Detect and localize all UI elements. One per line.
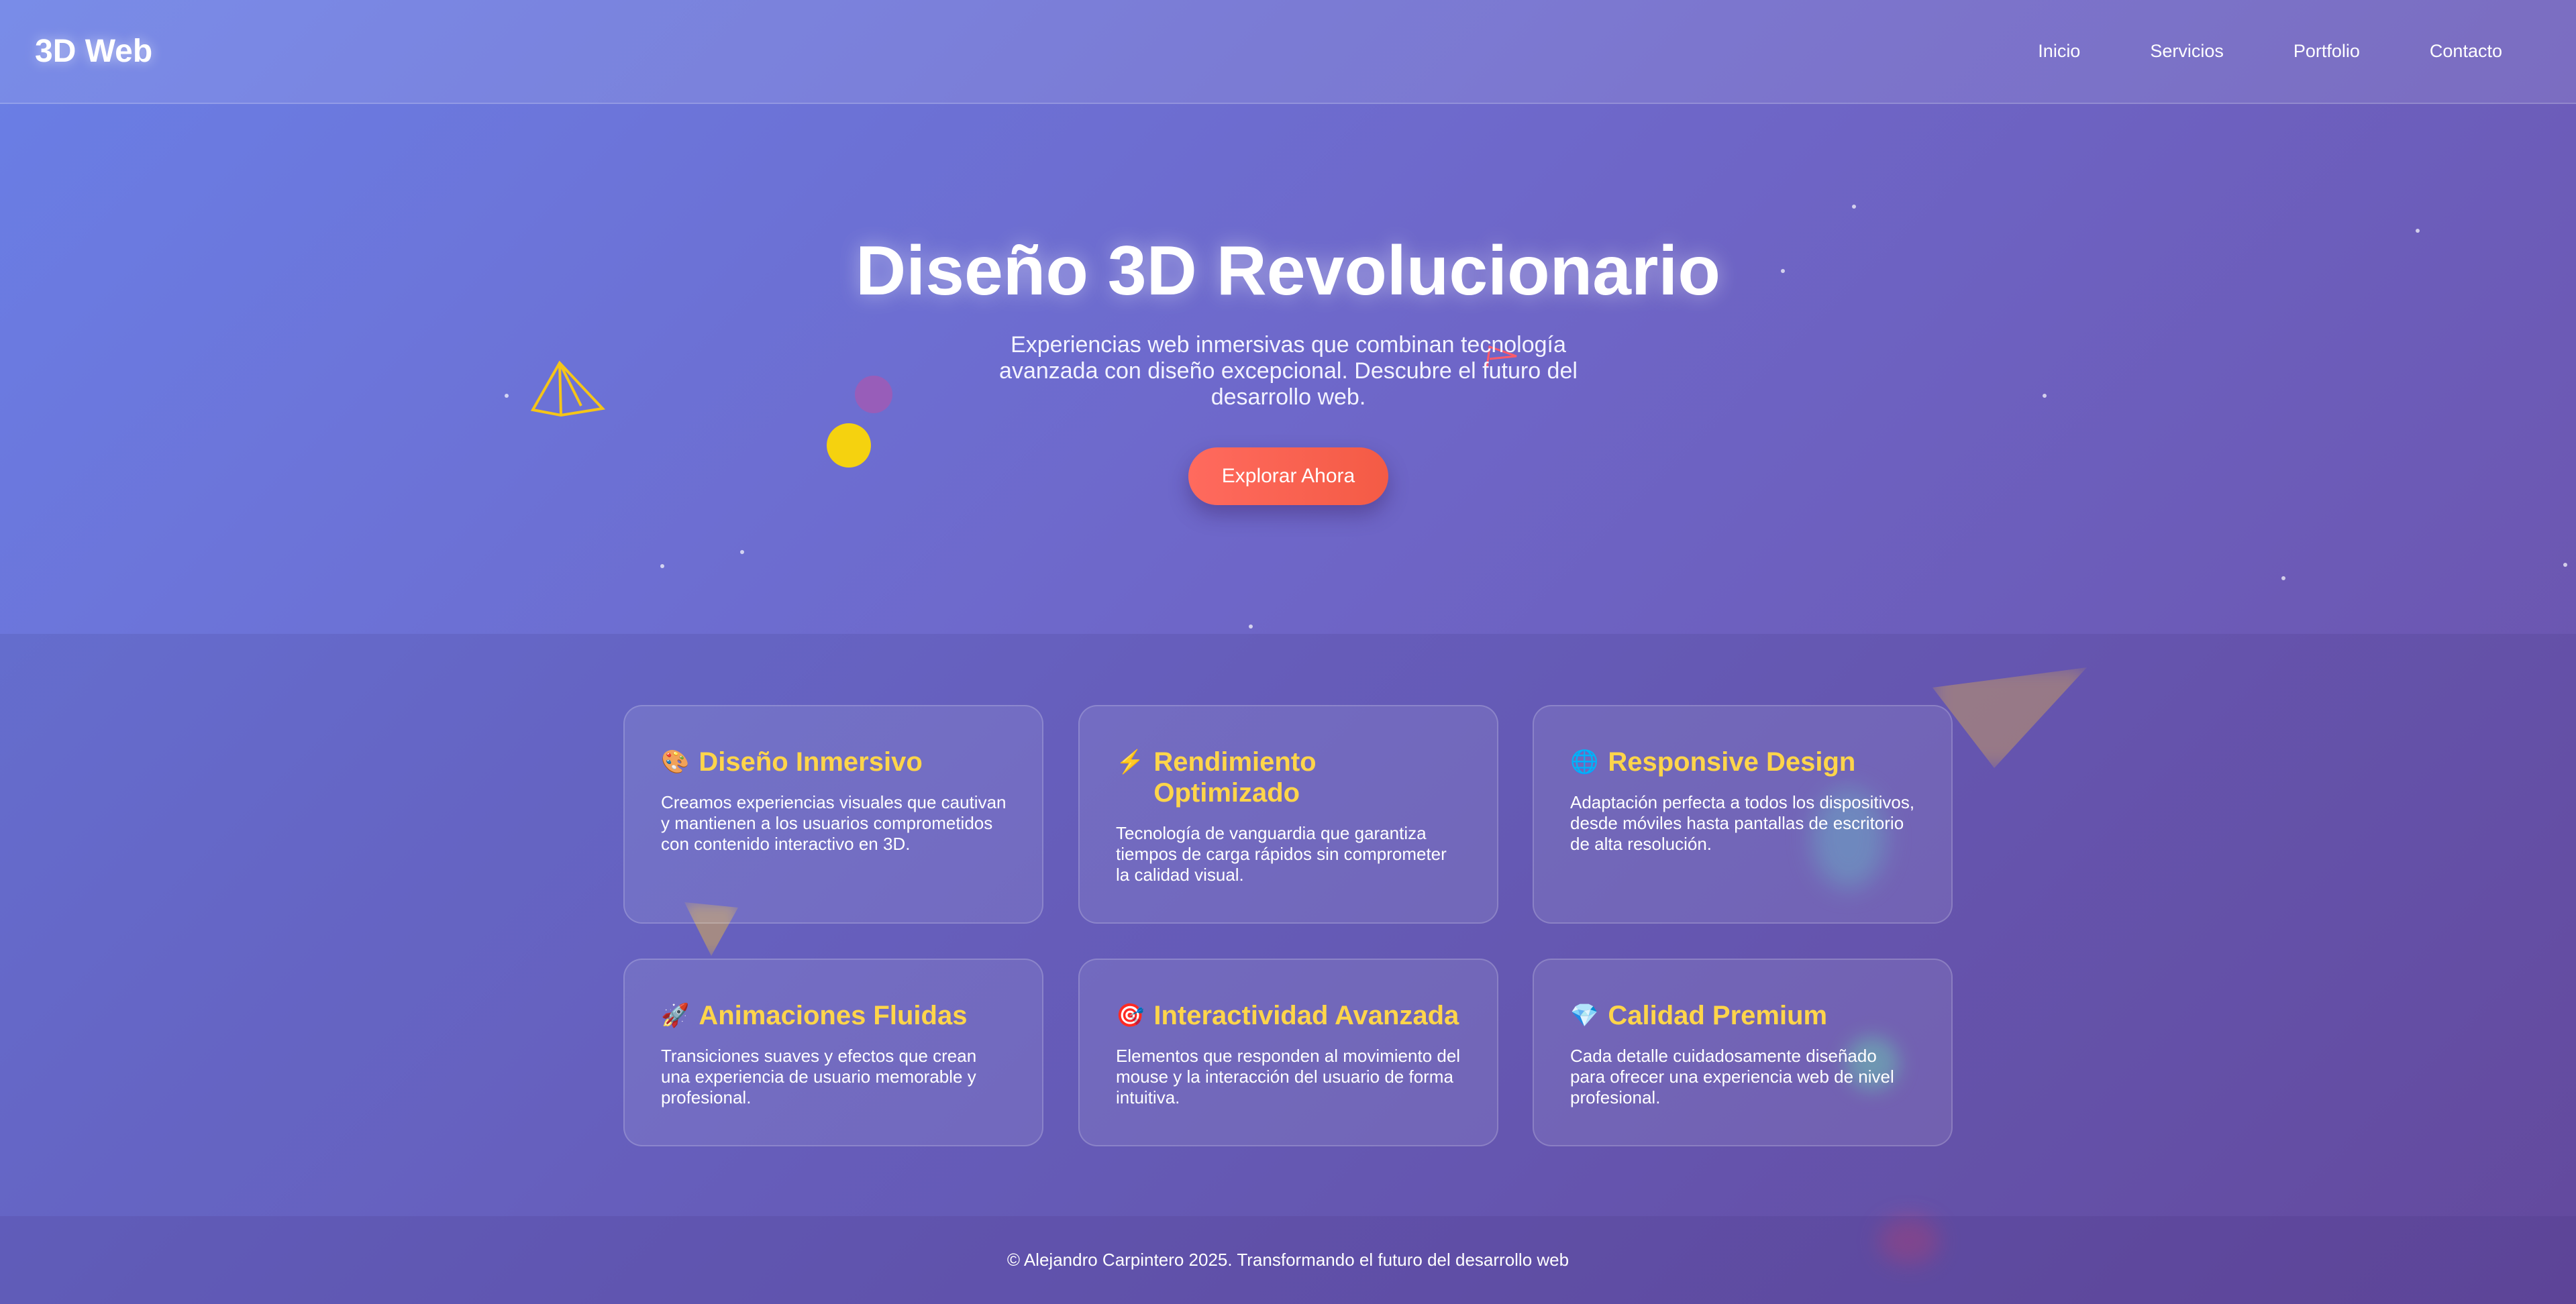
nav-link-portfolio[interactable]: Portfolio	[2294, 41, 2360, 62]
hero-title: Diseño 3D Revolucionario	[856, 232, 1720, 310]
explore-button[interactable]: Explorar Ahora	[1188, 447, 1388, 505]
service-card[interactable]: 🎯 Interactividad Avanzada Elementos que …	[1078, 959, 1498, 1146]
hero-subtitle: Experiencias web inmersivas que combinan…	[999, 332, 1578, 410]
services-section: 🎨 Diseño Inmersivo Creamos experiencias …	[0, 634, 2576, 1264]
sphere-shape	[855, 376, 892, 413]
star-decoration	[505, 394, 509, 398]
service-card-title: Calidad Premium	[1608, 1001, 1828, 1030]
star-decoration	[740, 550, 744, 554]
globe-icon: 🌐	[1570, 749, 1599, 775]
service-card-text: Adaptación perfecta a todos los disposit…	[1570, 792, 1915, 854]
footer-copyright: © Alejandro Carpintero 2025. Transforman…	[1007, 1250, 1569, 1270]
hero-section: Diseño 3D Revolucionario Experiencias we…	[0, 104, 2576, 634]
rocket-icon: 🚀	[661, 1003, 690, 1028]
star-decoration	[1249, 624, 1253, 629]
nav-link-contacto[interactable]: Contacto	[2430, 41, 2502, 62]
service-card-text: Creamos experiencias visuales que cautiv…	[661, 792, 1007, 854]
service-card[interactable]: 🚀 Animaciones Fluidas Transiciones suave…	[623, 959, 1043, 1146]
star-decoration	[2281, 576, 2285, 580]
gem-icon: 💎	[1570, 1003, 1599, 1028]
service-card[interactable]: 💎 Calidad Premium Cada detalle cuidadosa…	[1533, 959, 1953, 1146]
star-decoration	[2043, 394, 2047, 398]
target-icon: 🎯	[1116, 1003, 1145, 1028]
service-card[interactable]: ⚡ Rendimiento Optimizado Tecnología de v…	[1078, 705, 1498, 924]
site-header: 3D Web Inicio Servicios Portfolio Contac…	[0, 0, 2576, 104]
service-card-text: Tecnología de vanguardia que garantiza t…	[1116, 823, 1447, 885]
nav-link-inicio[interactable]: Inicio	[2038, 41, 2080, 62]
service-card-title: Interactividad Avanzada	[1153, 1001, 1459, 1030]
pyramid-shape	[530, 360, 606, 417]
star-decoration	[2563, 563, 2567, 567]
palette-icon: 🎨	[661, 749, 690, 775]
service-card-text: Elementos que responden al movimiento de…	[1116, 1046, 1461, 1107]
blur-triangle-decoration	[1933, 667, 2087, 768]
site-footer: © Alejandro Carpintero 2025. Transforman…	[0, 1216, 2576, 1304]
lightning-icon: ⚡	[1116, 749, 1145, 775]
star-decoration	[1852, 205, 1856, 209]
sphere-shape	[827, 423, 871, 468]
service-card-text: Transiciones suaves y efectos que crean …	[661, 1046, 977, 1107]
service-card[interactable]: 🌐 Responsive Design Adaptación perfecta …	[1533, 705, 1953, 924]
service-card-title: Diseño Inmersivo	[699, 747, 923, 777]
main-nav: Inicio Servicios Portfolio Contacto	[2038, 41, 2502, 62]
service-card-title: Rendimiento Optimizado	[1153, 747, 1317, 808]
star-decoration	[660, 564, 664, 568]
service-card-title: Animaciones Fluidas	[699, 1001, 968, 1030]
service-card-text: Cada detalle cuidadosamente diseñado par…	[1570, 1046, 1894, 1107]
service-card-title: Responsive Design	[1608, 747, 1856, 777]
service-card[interactable]: 🎨 Diseño Inmersivo Creamos experiencias …	[623, 705, 1043, 924]
logo[interactable]: 3D Web	[35, 33, 152, 70]
nav-link-servicios[interactable]: Servicios	[2150, 41, 2224, 62]
